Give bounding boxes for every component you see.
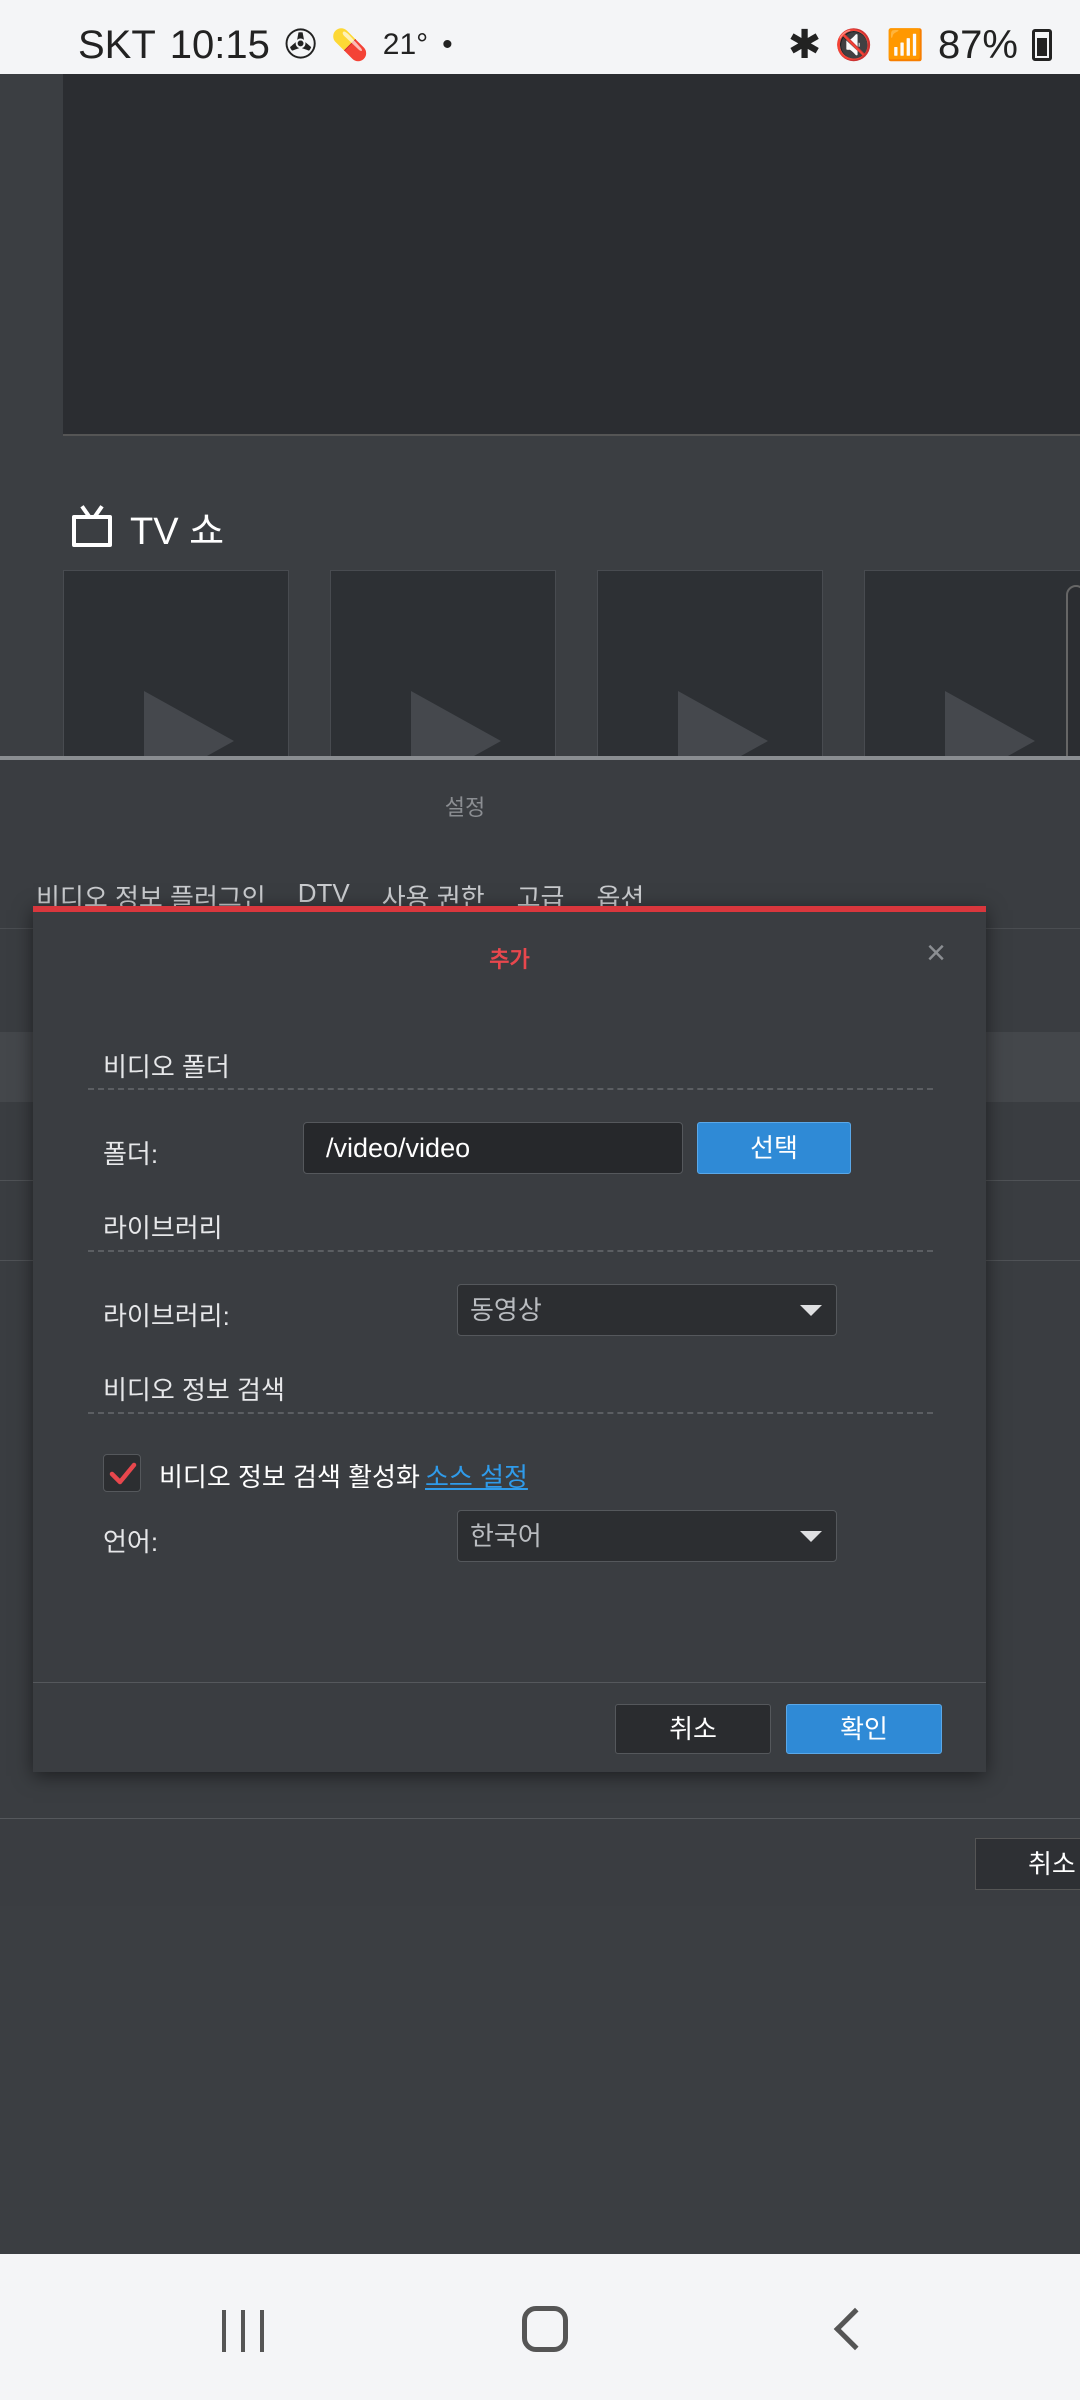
- play-icon: [411, 691, 501, 759]
- tv-thumbnail[interactable]: [63, 570, 289, 760]
- settings-cancel-button[interactable]: 취소: [975, 1838, 1080, 1890]
- dot-icon: •: [442, 28, 453, 61]
- library-label: 라이브러리:: [103, 1301, 230, 1331]
- video-preview-area: [63, 74, 1080, 436]
- settings-title: 설정: [444, 795, 486, 820]
- chevron-down-icon: [800, 1305, 822, 1316]
- temperature-label: 21°: [382, 28, 429, 61]
- source-settings-link[interactable]: 소스 설정: [425, 1457, 528, 1494]
- status-right: ✱ 🔇 📶 87%: [788, 22, 1052, 68]
- carrier-label: SKT: [78, 22, 156, 67]
- chevron-down-icon: [800, 1531, 822, 1542]
- tv-shows-header: TV 쇼: [72, 500, 224, 555]
- language-select-value: 한국어: [470, 1521, 542, 1551]
- play-icon: [945, 691, 1035, 759]
- checkmark-icon: [109, 1462, 137, 1485]
- section-divider: [88, 1412, 933, 1414]
- status-bar: SKT 10:15 ✇ 💊 21° • ✱ 🔇 📶 87%: [0, 0, 1080, 74]
- play-icon: [678, 691, 768, 759]
- play-icon: [144, 691, 234, 759]
- video-info-section-title: 비디오 정보 검색: [103, 1375, 285, 1405]
- status-left: SKT 10:15 ✇ 💊 21° •: [78, 22, 453, 68]
- add-dialog: 추가 × 비디오 폴더 폴더: /video/video 선택 라이브러리 라이…: [33, 906, 986, 1772]
- language-select[interactable]: 한국어: [457, 1510, 837, 1562]
- section-divider: [88, 1088, 933, 1090]
- panel-footer-divider: [0, 1818, 1080, 1819]
- tv-thumbnail[interactable]: [330, 570, 556, 760]
- navigation-bar: [0, 2254, 1080, 2400]
- enable-video-info-label: 비디오 정보 검색 활성화: [159, 1462, 420, 1492]
- language-label: 언어:: [103, 1527, 159, 1557]
- bluetooth-icon: ✱: [787, 23, 822, 67]
- wifi-icon: 📶: [886, 28, 924, 62]
- battery-icon: [1032, 29, 1052, 61]
- back-icon[interactable]: [833, 2307, 877, 2351]
- video-folder-section-title: 비디오 폴더: [103, 1052, 230, 1082]
- time-label: 10:15: [169, 22, 270, 67]
- section-divider: [88, 1250, 933, 1252]
- dialog-title: 추가: [489, 947, 530, 972]
- tv-shows-title: TV 쇼: [130, 511, 225, 553]
- library-select-value: 동영상: [470, 1295, 542, 1325]
- aperture-icon: ✇: [283, 23, 318, 67]
- tv-thumbnail[interactable]: [597, 570, 823, 760]
- ok-button[interactable]: 확인: [786, 1704, 942, 1754]
- close-icon[interactable]: ×: [926, 934, 946, 973]
- tv-icon: [72, 514, 112, 547]
- recent-apps-icon[interactable]: [222, 2310, 264, 2352]
- dialog-footer-divider: [33, 1682, 986, 1683]
- folder-input[interactable]: /video/video: [303, 1122, 683, 1174]
- library-section-title: 라이브러리: [103, 1213, 223, 1243]
- battery-label: 87%: [937, 22, 1018, 67]
- folder-label: 폴더:: [103, 1139, 159, 1169]
- home-icon[interactable]: [522, 2306, 568, 2352]
- mute-icon: 🔇: [835, 28, 873, 62]
- tv-thumbnail[interactable]: [864, 570, 1080, 760]
- cancel-button[interactable]: 취소: [615, 1704, 771, 1754]
- enable-video-info-checkbox[interactable]: [103, 1454, 141, 1492]
- select-folder-button[interactable]: 선택: [697, 1122, 851, 1174]
- pill-icon: 💊: [331, 28, 369, 62]
- library-select[interactable]: 동영상: [457, 1284, 837, 1336]
